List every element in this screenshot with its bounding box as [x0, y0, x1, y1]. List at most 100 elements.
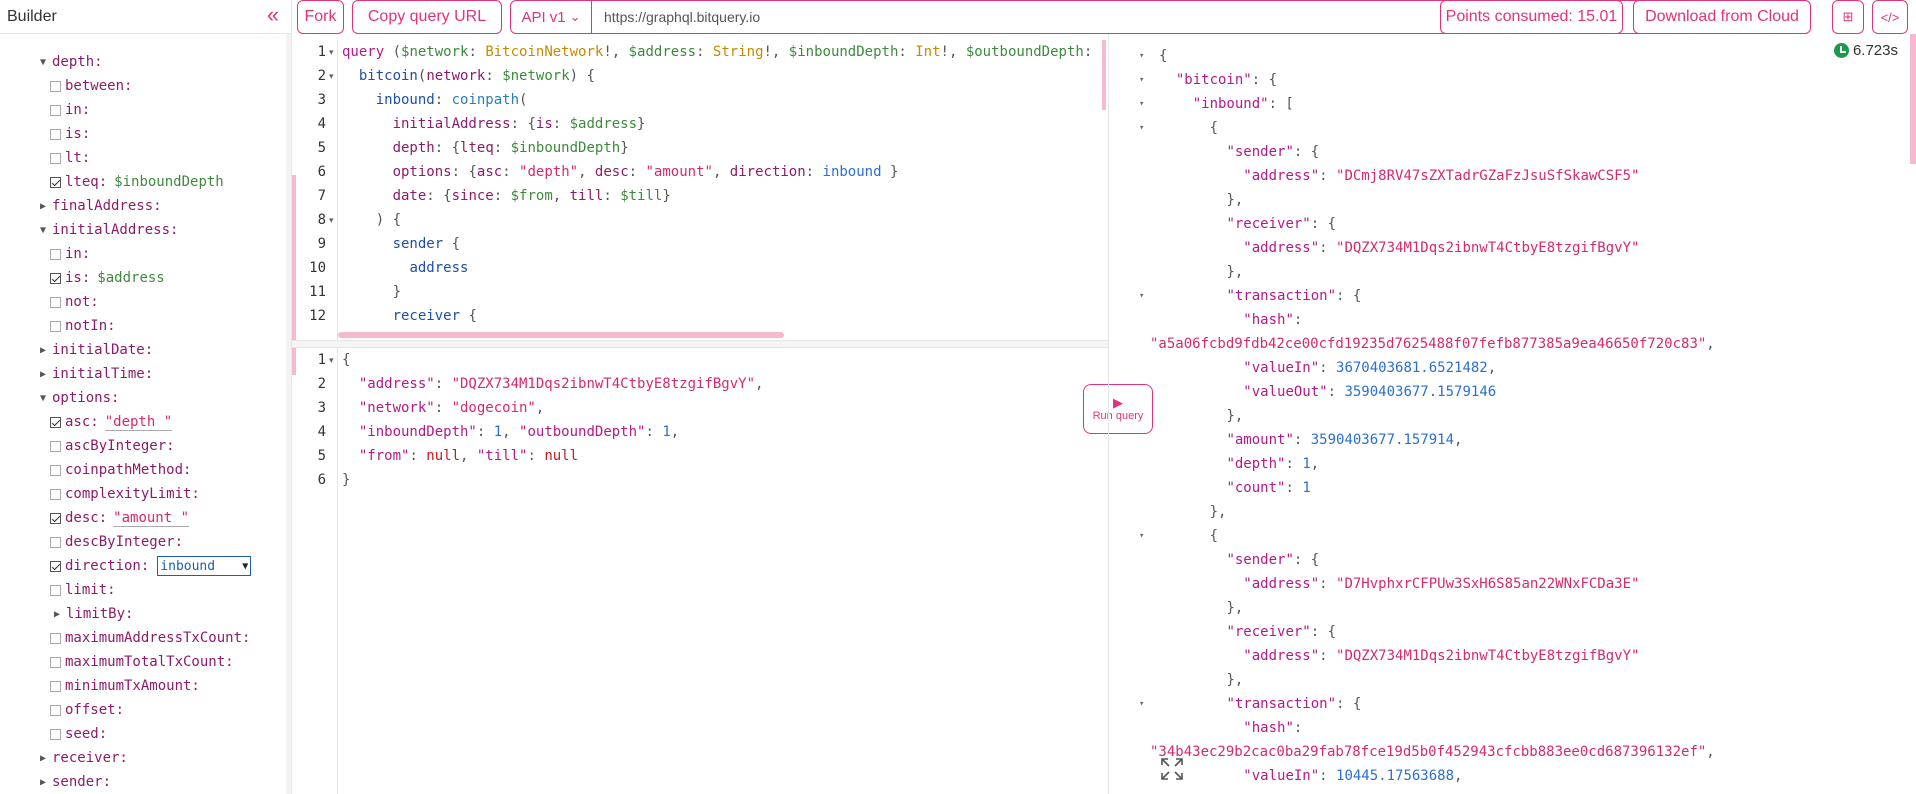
- field-checkbox[interactable]: [50, 320, 61, 332]
- builder-tree-row[interactable]: ▶ finalAddress:: [0, 194, 251, 218]
- builder-tree-row[interactable]: ascByInteger:: [0, 434, 251, 458]
- download-from-cloud-button[interactable]: Download from Cloud: [1633, 0, 1811, 34]
- builder-tree-row[interactable]: complexityLimit:: [0, 482, 251, 506]
- fold-caret-icon[interactable]: ▾: [329, 40, 334, 64]
- field-checkbox[interactable]: [50, 416, 61, 428]
- variables-code[interactable]: { "address": "DQZX734M1Dqs2ibnwT4CtbyE8t…: [342, 348, 763, 492]
- builder-tree-row[interactable]: lteq: $inboundDepth: [0, 170, 251, 194]
- builder-tree-row[interactable]: descByInteger:: [0, 530, 251, 554]
- builder-tree-row[interactable]: ▶ initialTime:: [0, 362, 251, 386]
- builder-tree-row[interactable]: offset:: [0, 698, 251, 722]
- caret-down-icon[interactable]: ▼: [38, 393, 48, 404]
- builder-tree-row[interactable]: ▶ receiver:: [0, 746, 251, 770]
- builder-tree-row[interactable]: notIn:: [0, 314, 251, 338]
- builder-tree-row[interactable]: lt:: [0, 146, 251, 170]
- fullscreen-icon[interactable]: [1159, 756, 1185, 782]
- field-checkbox[interactable]: [50, 296, 61, 308]
- builder-tree-row[interactable]: maximumAddressTxCount:: [0, 626, 251, 650]
- fold-caret-icon[interactable]: ▾: [329, 348, 334, 372]
- code-icon-button[interactable]: </>: [1872, 0, 1908, 34]
- field-checkbox[interactable]: [50, 152, 61, 164]
- fold-caret-icon[interactable]: ▾: [1139, 692, 1144, 716]
- json-token: ,: [1706, 744, 1715, 760]
- builder-tree-row[interactable]: ▶ sender:: [0, 770, 251, 794]
- builder-tree-row[interactable]: not:: [0, 290, 251, 314]
- field-checkbox[interactable]: [50, 632, 61, 644]
- field-checkbox[interactable]: [50, 656, 61, 668]
- code-token: :: [409, 448, 427, 464]
- fold-caret-icon[interactable]: ▾: [1139, 116, 1144, 140]
- builder-tree-row[interactable]: ▼ initialAddress:: [0, 218, 251, 242]
- caret-right-icon[interactable]: ▶: [38, 369, 48, 380]
- builder-tree-row[interactable]: in:: [0, 98, 251, 122]
- field-checkbox[interactable]: [50, 728, 61, 740]
- field-checkbox[interactable]: [50, 584, 61, 596]
- fold-caret-icon[interactable]: ▾: [1139, 284, 1144, 308]
- caret-down-icon[interactable]: ▼: [38, 57, 48, 68]
- variables-editor[interactable]: 1 ▾ 2 3 4 5 6 { "address": "DQZX734M1Dqs2ibnwT…: [296, 348, 1106, 794]
- fold-caret-icon[interactable]: ▾: [329, 64, 334, 88]
- sidebar-scrollbar[interactable]: [286, 34, 291, 794]
- field-checkbox[interactable]: [50, 176, 61, 188]
- query-horizontal-scrollbar[interactable]: [338, 332, 784, 338]
- builder-tree-row[interactable]: ▶ limitBy:: [0, 602, 251, 626]
- copy-query-url-button[interactable]: Copy query URL: [352, 0, 502, 34]
- field-checkbox[interactable]: [50, 488, 61, 500]
- caret-down-icon[interactable]: ▼: [38, 225, 48, 236]
- fold-caret-icon[interactable]: ▾: [1139, 524, 1144, 548]
- builder-tree-row[interactable]: direction: inbound ▼: [0, 554, 252, 578]
- field-checkbox[interactable]: [50, 464, 61, 476]
- field-checkbox[interactable]: [50, 80, 61, 92]
- grid-icon-button[interactable]: ⊞: [1832, 0, 1864, 34]
- builder-tree-row[interactable]: maximumTotalTxCount:: [0, 650, 251, 674]
- fold-caret-icon[interactable]: ▾: [1139, 44, 1144, 68]
- fork-button[interactable]: Fork: [297, 0, 344, 34]
- field-string-input[interactable]: "depth ": [104, 414, 173, 431]
- collapse-sidebar-icon[interactable]: «: [263, 3, 283, 27]
- builder-tree-row[interactable]: minimumTxAmount:: [0, 674, 251, 698]
- builder-tree-row[interactable]: ▶ initialDate:: [0, 338, 251, 362]
- field-checkbox[interactable]: [50, 680, 61, 692]
- field-checkbox[interactable]: [50, 272, 61, 284]
- builder-tree-row[interactable]: limit:: [0, 578, 251, 602]
- caret-right-icon[interactable]: ▶: [52, 609, 62, 620]
- caret-right-icon[interactable]: ▶: [38, 777, 48, 788]
- builder-tree-row[interactable]: is:: [0, 122, 251, 146]
- query-code[interactable]: query ($network: BitcoinNetwork!, $addre…: [342, 40, 1106, 328]
- field-checkbox[interactable]: [50, 560, 61, 572]
- editor-divider[interactable]: [292, 340, 1108, 348]
- points-consumed-button[interactable]: Points consumed: 15.01: [1440, 0, 1623, 34]
- field-name: descByInteger:: [65, 534, 184, 550]
- fold-caret-icon[interactable]: ▾: [329, 208, 334, 232]
- query-vertical-scrollbar[interactable]: [1102, 40, 1106, 110]
- builder-tree-row[interactable]: asc: "depth ": [0, 410, 251, 434]
- builder-tree-row[interactable]: seed:: [0, 722, 251, 746]
- field-checkbox[interactable]: [50, 536, 61, 548]
- api-version-select[interactable]: API v1 ⌄: [510, 0, 592, 34]
- query-editor[interactable]: 1 ▾ 2 ▾ 3 4 5 6 7 8 ▾ 9 10 11 12 query ($network: Bitc…: [296, 40, 1106, 340]
- field-checkbox[interactable]: [50, 512, 61, 524]
- direction-select[interactable]: inbound ▼: [157, 556, 252, 576]
- builder-tree-row[interactable]: coinpathMethod:: [0, 458, 251, 482]
- field-checkbox[interactable]: [50, 128, 61, 140]
- caret-right-icon[interactable]: ▶: [38, 753, 48, 764]
- fold-caret-icon[interactable]: ▾: [1139, 68, 1144, 92]
- caret-right-icon[interactable]: ▶: [38, 345, 48, 356]
- caret-right-icon[interactable]: ▶: [38, 201, 48, 212]
- field-checkbox[interactable]: [50, 440, 61, 452]
- field-string-input[interactable]: "amount ": [113, 510, 190, 527]
- builder-tree-row[interactable]: ▼ depth:: [0, 50, 251, 74]
- builder-tree-row[interactable]: in:: [0, 242, 251, 266]
- builder-tree-row[interactable]: desc: "amount ": [0, 506, 251, 530]
- builder-tree-row[interactable]: between:: [0, 74, 251, 98]
- field-name: sender:: [52, 774, 112, 790]
- field-checkbox[interactable]: [50, 704, 61, 716]
- result-vertical-scrollbar[interactable]: [1910, 34, 1916, 164]
- field-checkbox[interactable]: [50, 248, 61, 260]
- builder-tree-row[interactable]: ▼ options:: [0, 386, 251, 410]
- code-token: lteq: [460, 140, 494, 156]
- fold-caret-icon[interactable]: ▾: [1139, 92, 1144, 116]
- field-checkbox[interactable]: [50, 104, 61, 116]
- builder-tree-row[interactable]: is: $address: [0, 266, 251, 290]
